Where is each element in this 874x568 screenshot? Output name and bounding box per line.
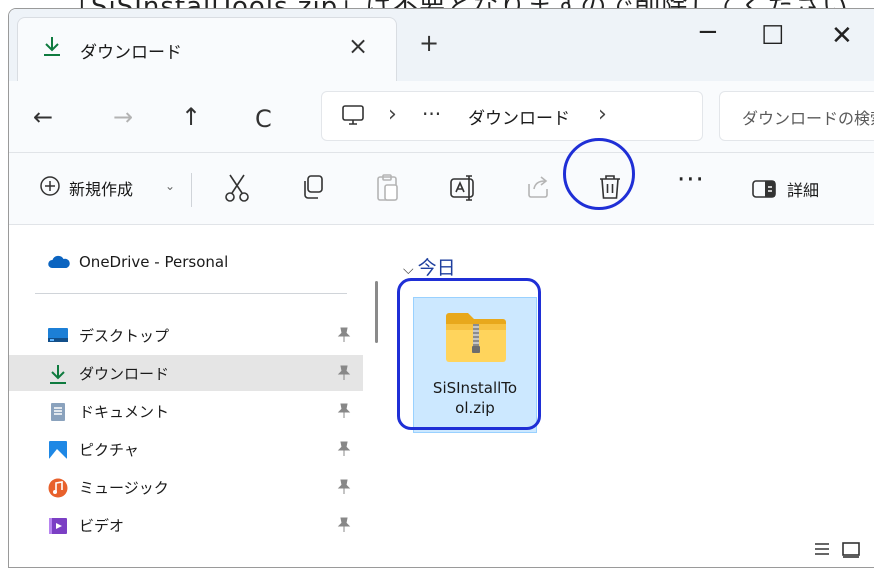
sidebar-item-label: デスクトップ — [79, 327, 170, 345]
close-button[interactable]: ✕ — [831, 21, 853, 51]
file-highlight-box — [397, 278, 541, 430]
sidebar-item-music[interactable]: ミュージック — [9, 469, 363, 505]
sidebar-item-documents[interactable]: ドキュメント — [9, 393, 363, 429]
share-icon[interactable] — [525, 173, 551, 205]
refresh-button[interactable]: C — [255, 105, 272, 133]
pin-icon[interactable] — [337, 327, 351, 347]
navigation-pane: OneDrive - Personal デスクトップ ダウンロード ドキュメント… — [9, 225, 373, 567]
paste-icon[interactable] — [375, 173, 401, 207]
sidebar-item-label: ピクチャ — [79, 441, 139, 459]
address-bar-row: ← → ↑ C › ··· ダウンロード › ダウンロードの検索 — [9, 81, 874, 153]
more-options-button[interactable]: ··· — [677, 165, 705, 195]
navigation-pane-scrollbar[interactable] — [375, 281, 378, 343]
command-bar: 新規作成 ⌄ ··· 詳細 — [9, 153, 874, 225]
address-bar[interactable]: › ··· ダウンロード › — [321, 91, 703, 141]
sidebar-item-label: ドキュメント — [79, 403, 170, 421]
download-icon — [47, 363, 69, 384]
breadcrumb-more-button[interactable]: ··· — [422, 102, 441, 126]
details-view-icon[interactable] — [813, 541, 831, 561]
sidebar-item-videos[interactable]: ビデオ — [9, 507, 363, 543]
back-button[interactable]: ← — [33, 103, 53, 131]
tab-title: ダウンロード — [80, 43, 182, 63]
maximize-button[interactable]: ☐ — [761, 21, 784, 51]
rename-icon[interactable] — [449, 173, 479, 207]
group-header-today[interactable]: ⌵ 今日 — [403, 253, 456, 280]
chevron-down-icon: ⌄ — [165, 179, 176, 193]
delete-highlight-circle — [563, 138, 635, 210]
new-button-label: 新規作成 — [69, 180, 134, 199]
sidebar-item-label: OneDrive - Personal — [79, 253, 229, 271]
videos-icon — [47, 515, 69, 535]
forward-button[interactable]: → — [113, 103, 133, 131]
sidebar-item-onedrive[interactable]: OneDrive - Personal — [9, 245, 363, 281]
new-tab-button[interactable]: + — [419, 31, 439, 55]
cut-icon[interactable] — [223, 173, 251, 207]
sidebar-item-pictures[interactable]: ピクチャ — [9, 431, 363, 467]
breadcrumb-downloads[interactable]: ダウンロード — [468, 104, 570, 129]
sidebar-item-desktop[interactable]: デスクトップ — [9, 317, 363, 353]
pin-icon[interactable] — [337, 479, 351, 499]
sidebar-item-label: ビデオ — [79, 517, 125, 535]
pin-icon[interactable] — [337, 441, 351, 461]
minimize-button[interactable]: − — [697, 17, 719, 47]
details-button-label: 詳細 — [787, 181, 820, 200]
sidebar-item-downloads[interactable]: ダウンロード — [9, 355, 363, 391]
onedrive-cloud-icon — [47, 253, 70, 273]
group-header-label: 今日 — [417, 257, 456, 279]
breadcrumb-chevron-icon[interactable]: › — [598, 102, 607, 127]
search-input[interactable]: ダウンロードの検索 — [719, 91, 874, 141]
pin-icon[interactable] — [337, 365, 351, 385]
toolbar-divider — [191, 173, 192, 207]
breadcrumb-chevron-icon[interactable]: › — [388, 102, 397, 127]
this-pc-icon — [340, 104, 366, 132]
desktop-icon — [47, 325, 69, 345]
tab-close-icon[interactable]: × — [348, 32, 368, 60]
title-bar: ダウンロード × + − ☐ ✕ — [9, 9, 874, 81]
search-placeholder: ダウンロードの検索 — [742, 109, 874, 128]
pin-icon[interactable] — [337, 517, 351, 537]
sidebar-divider — [35, 293, 347, 294]
sidebar-item-label: ダウンロード — [79, 365, 170, 383]
details-pane-icon — [751, 179, 777, 203]
pin-icon[interactable] — [337, 403, 351, 423]
tiles-view-icon[interactable] — [841, 541, 861, 563]
tab-downloads[interactable]: ダウンロード × — [17, 17, 397, 81]
download-icon — [40, 34, 64, 62]
plus-circle-icon — [39, 175, 61, 201]
documents-icon — [47, 401, 69, 421]
pictures-icon — [47, 439, 69, 459]
up-button[interactable]: ↑ — [181, 103, 201, 131]
music-icon — [47, 477, 69, 498]
sidebar-item-label: ミュージック — [79, 479, 169, 497]
copy-icon[interactable] — [301, 173, 327, 205]
chevron-down-icon: ⌵ — [403, 262, 414, 278]
